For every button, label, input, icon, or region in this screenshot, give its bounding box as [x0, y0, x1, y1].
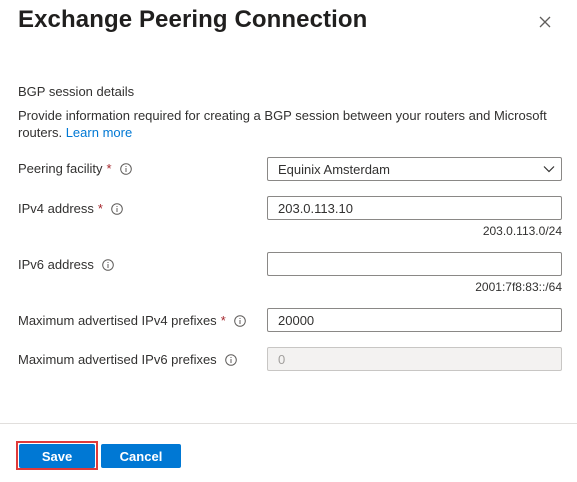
peering-facility-value: Equinix Amsterdam: [278, 161, 390, 177]
ipv6-address-hint: 2001:7f8:83::/64: [475, 280, 562, 294]
save-button[interactable]: Save: [19, 444, 95, 468]
info-icon[interactable]: [233, 314, 246, 327]
cancel-button[interactable]: Cancel: [101, 444, 181, 468]
ipv4-address-label: IPv4 address *: [18, 201, 123, 216]
section-heading: BGP session details: [18, 84, 135, 99]
info-icon[interactable]: [224, 353, 237, 366]
max-ipv6-prefixes-input: 0: [267, 347, 562, 371]
info-icon[interactable]: [119, 162, 132, 175]
max-ipv4-prefixes-input[interactable]: 20000: [267, 308, 562, 332]
info-icon[interactable]: [102, 258, 114, 271]
max-ipv6-prefixes-label: Maximum advertised IPv6 prefixes: [18, 352, 237, 367]
dialog-title: Exchange Peering Connection: [18, 6, 368, 33]
ipv6-address-label: IPv6 address: [18, 257, 114, 272]
close-icon: [539, 16, 551, 28]
chevron-down-icon: [543, 166, 555, 173]
ipv6-address-input[interactable]: [267, 252, 562, 276]
close-button[interactable]: [536, 13, 554, 31]
section-description: Provide information required for creatin…: [18, 107, 563, 141]
required-marker: *: [97, 201, 103, 216]
footer-divider: [0, 423, 577, 424]
peering-facility-select[interactable]: Equinix Amsterdam: [267, 157, 562, 181]
ipv4-address-input[interactable]: 203.0.113.10: [267, 196, 562, 220]
ipv4-address-hint: 203.0.113.0/24: [482, 224, 562, 238]
info-icon[interactable]: [111, 202, 123, 215]
peering-facility-label: Peering facility *: [18, 161, 132, 176]
max-ipv4-prefixes-label: Maximum advertised IPv4 prefixes *: [18, 313, 246, 328]
required-marker: *: [220, 313, 226, 328]
required-marker: *: [106, 161, 112, 176]
learn-more-link[interactable]: Learn more: [66, 125, 132, 140]
